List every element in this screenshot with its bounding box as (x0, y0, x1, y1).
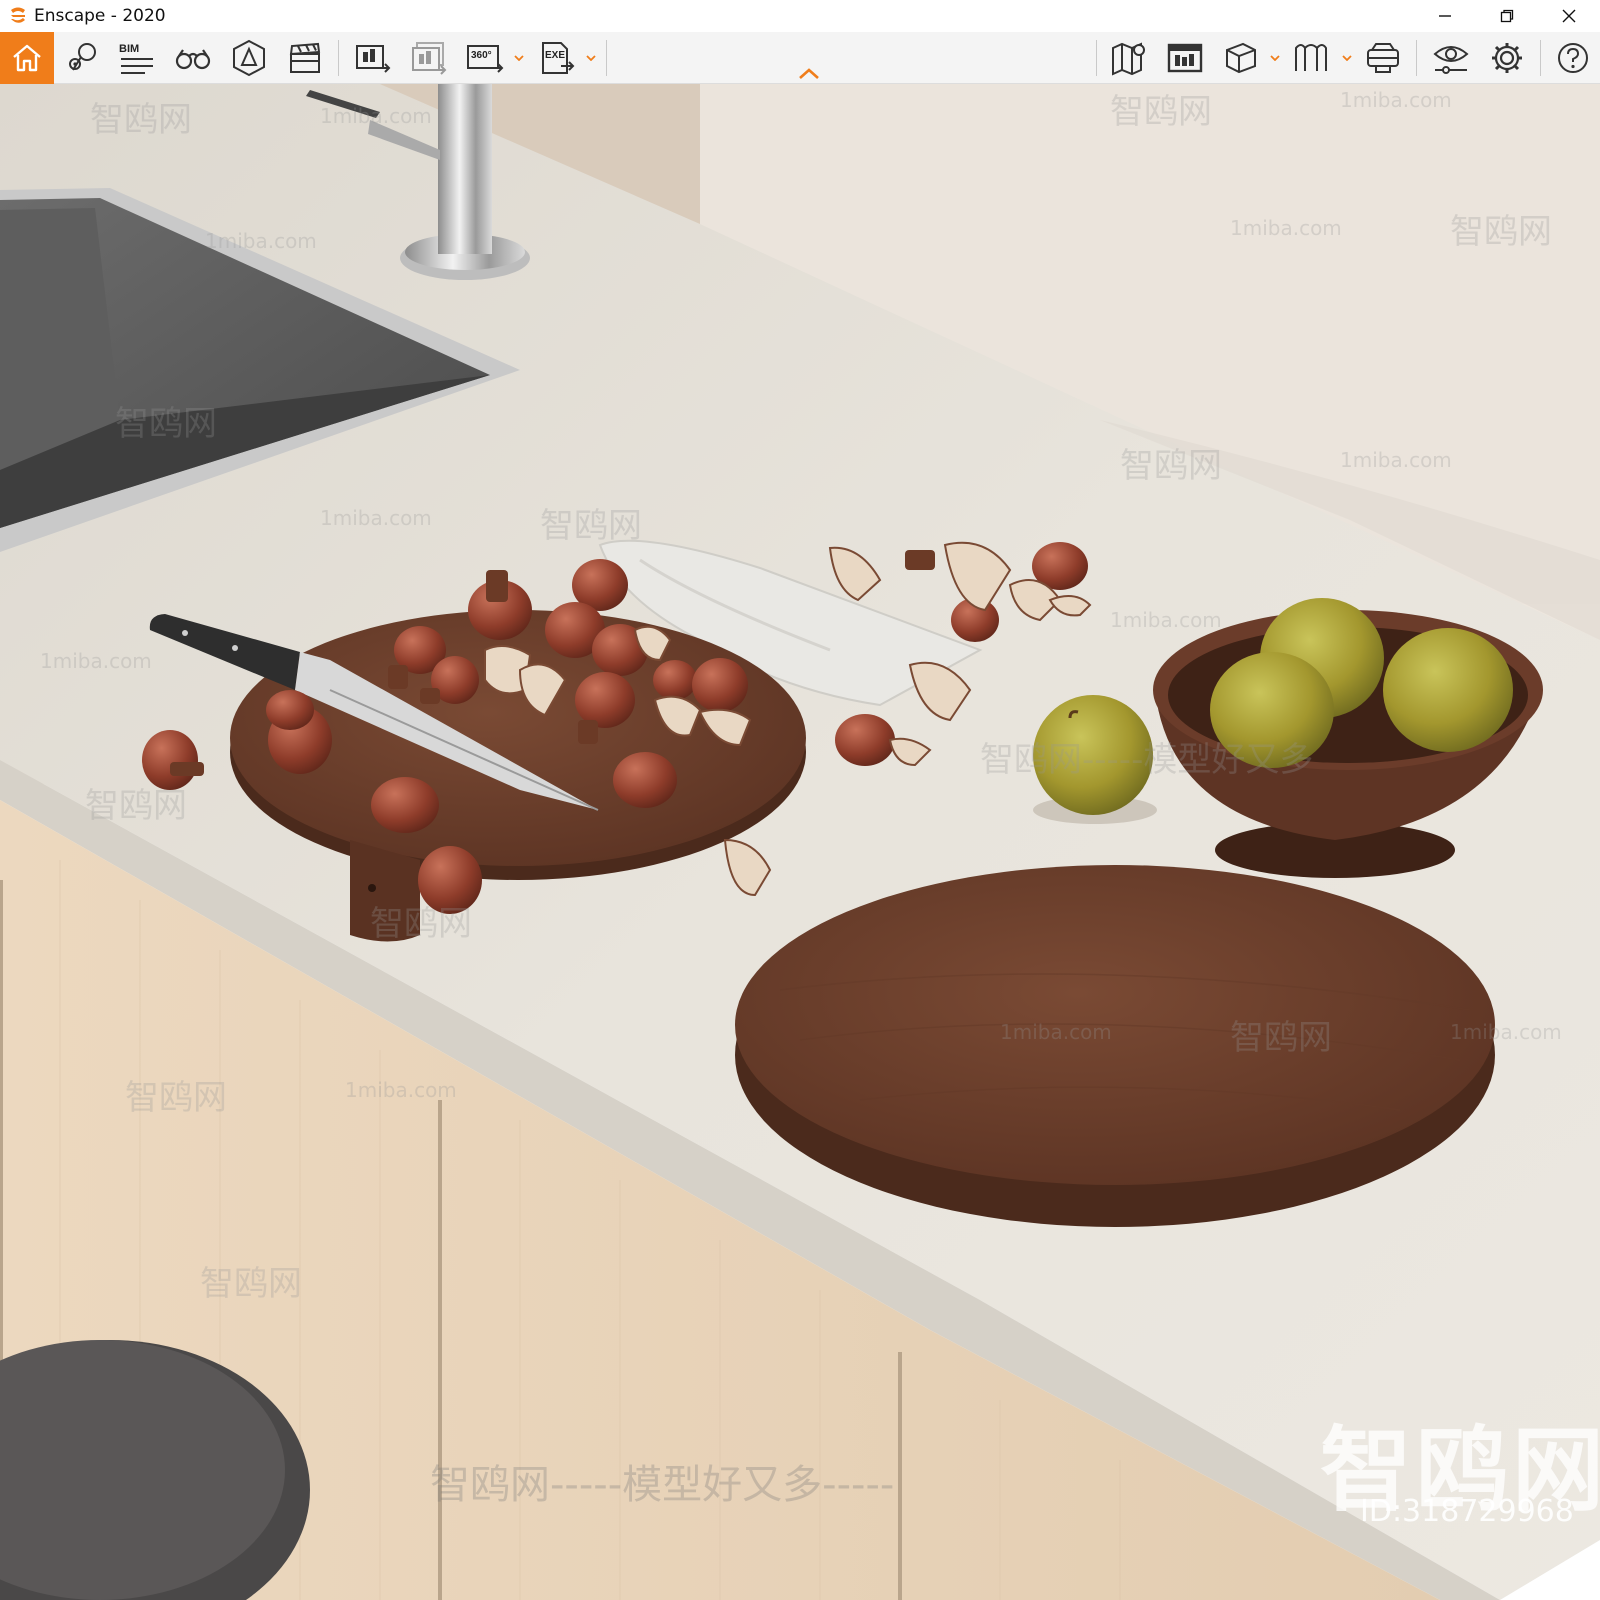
location-pin-icon (69, 43, 96, 71)
map-icon (1112, 42, 1145, 76)
watermark: 智鸥网 (85, 786, 187, 826)
exe-export-button[interactable]: EXE (530, 32, 584, 84)
watermark-footer: 智鸥网-----模型好又多----- (430, 1462, 895, 1508)
chevron-down-icon (1270, 55, 1280, 61)
restore-icon (1500, 9, 1514, 23)
watermark: 1miba.com (1230, 216, 1342, 240)
enscape-logo-icon (11, 7, 25, 23)
watermark: 1miba.com (320, 506, 432, 530)
help-icon (1558, 43, 1588, 73)
chevron-down-icon (586, 55, 596, 61)
bim-menu-icon: BIM (119, 38, 155, 78)
vr-headset-icon (1367, 43, 1399, 73)
watermark: 1miba.com (1340, 88, 1452, 112)
panorama-button[interactable]: 360° (458, 32, 512, 84)
minimize-icon (1439, 15, 1451, 17)
watermark: 智鸥网 (1230, 1018, 1332, 1058)
collapse-toolbar-button[interactable] (796, 66, 822, 82)
watermark: 智鸥网 (125, 1078, 227, 1118)
watermark: 智鸥网 (370, 904, 472, 944)
toolbar-separator (338, 40, 339, 76)
round-board (735, 865, 1495, 1227)
render-viewport[interactable]: 1miba.com 1miba.com 1miba.com 1miba.com … (0, 84, 1600, 1600)
window-title: Enscape - 2020 (34, 6, 166, 26)
watermark: 智鸥网 (1450, 212, 1552, 252)
binoculars-icon (175, 49, 211, 70)
bim-label: BIM (119, 43, 140, 55)
toolbar-separator (1416, 40, 1417, 76)
help-button[interactable] (1546, 32, 1600, 84)
asset-library-button[interactable] (1158, 32, 1212, 84)
panorama-label: 360° (471, 50, 492, 61)
map-button[interactable] (1102, 32, 1156, 84)
exe-dropdown[interactable] (584, 32, 598, 84)
watermark: 1miba.com (1450, 1020, 1562, 1044)
walk-mode-button[interactable] (166, 32, 220, 84)
location-button[interactable] (56, 32, 110, 84)
batch-render-button[interactable] (402, 32, 456, 84)
view-dropdown[interactable] (1268, 32, 1282, 84)
watermark: 1miba.com (1110, 608, 1222, 632)
watermark: 智鸥网 (1110, 92, 1212, 132)
title-bar: Enscape - 2020 (0, 0, 1600, 32)
visual-settings-icon (1433, 46, 1469, 74)
render-mode-icon (233, 39, 265, 77)
chevron-down-icon (514, 55, 524, 61)
screenshot-export-icon (356, 45, 391, 73)
watermark: 智鸥网 (540, 506, 642, 546)
video-editor-button[interactable] (278, 32, 332, 84)
views-button[interactable] (1284, 32, 1338, 84)
minimize-button[interactable] (1414, 0, 1476, 32)
view-cube-icon (1226, 42, 1256, 74)
standalone-exe-icon: EXE (539, 40, 575, 76)
bim-button[interactable]: BIM (110, 32, 164, 84)
watermark: 智鸥网 (1120, 446, 1222, 486)
batch-render-icon (412, 42, 447, 75)
screenshot-button[interactable] (346, 32, 400, 84)
watermark: 1miba.com (40, 649, 152, 673)
watermark: 1miba.com (345, 1078, 457, 1102)
book-icon (1295, 44, 1327, 71)
toolbar-separator (606, 40, 607, 76)
watermark: 智鸥网 (115, 404, 217, 444)
vr-button[interactable] (1356, 32, 1410, 84)
views-dropdown[interactable] (1340, 32, 1354, 84)
kitchen-scene (0, 84, 1600, 1600)
visual-settings-button[interactable] (1424, 32, 1478, 84)
home-icon (13, 44, 41, 72)
panorama-dropdown[interactable] (512, 32, 526, 84)
video-editor-icon (289, 42, 321, 73)
close-icon (1562, 9, 1576, 23)
exe-label: EXE (545, 50, 566, 61)
watermark-id: ID:318729968 (1360, 1494, 1574, 1529)
watermark: 1miba.com (320, 104, 432, 128)
toolbar-separator (1096, 40, 1097, 76)
panorama-360-icon: 360° (465, 40, 505, 76)
render-mode-button[interactable] (222, 32, 276, 84)
view-cube-button[interactable] (1214, 32, 1268, 84)
chevron-up-icon (799, 68, 819, 79)
restore-button[interactable] (1476, 0, 1538, 32)
home-button[interactable] (0, 32, 54, 84)
watermark: 智鸥网 (90, 100, 192, 140)
watermark: 1miba.com (1340, 448, 1452, 472)
settings-button[interactable] (1480, 32, 1534, 84)
settings-gear-icon (1492, 43, 1522, 73)
chevron-down-icon (1342, 55, 1352, 61)
watermark: 智鸥网-----模型好又多 (980, 740, 1314, 780)
close-button[interactable] (1538, 0, 1600, 32)
asset-library-icon (1167, 43, 1203, 73)
watermark: 1miba.com (205, 229, 317, 253)
watermark: 智鸥网 (200, 1264, 302, 1304)
toolbar-separator (1540, 40, 1541, 76)
watermark: 1miba.com (1000, 1020, 1112, 1044)
